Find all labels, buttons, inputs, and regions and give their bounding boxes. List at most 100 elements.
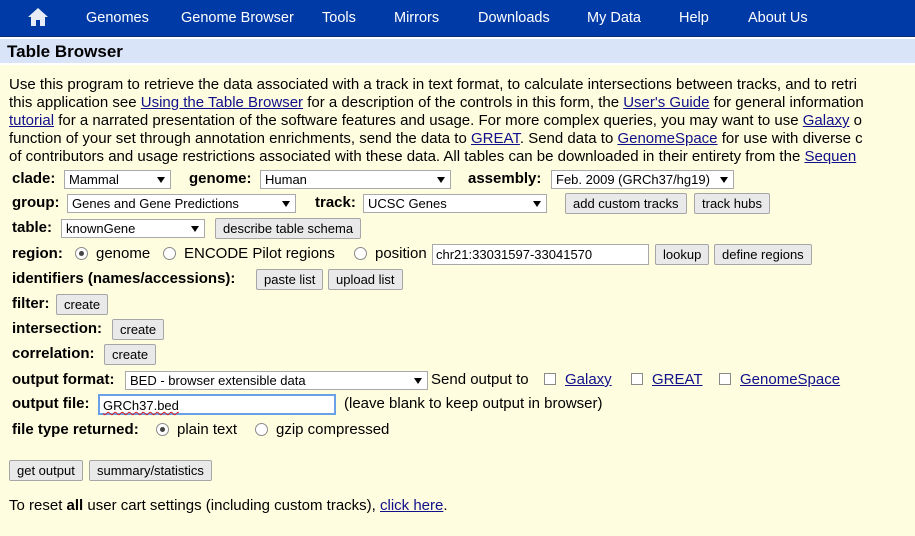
nav-genomes[interactable]: Genomes [86,0,149,37]
output-format-select[interactable]: BED - browser extensible data [125,371,428,390]
genome-label: genome: [189,170,252,187]
position-input[interactable]: chr21:33031597-33041570 [432,244,649,265]
chevron-down-icon [157,177,165,183]
tutorial-link[interactable]: tutorial [9,112,54,129]
output-file-value: GRCh37.bed [103,398,179,413]
upload-list-button[interactable]: upload list [328,269,403,290]
genomespace-checkbox[interactable] [719,373,731,385]
track-hubs-button[interactable]: track hubs [694,193,770,214]
plain-text-radio[interactable] [156,423,169,436]
region-encode-radio[interactable] [163,247,176,260]
intro-text: of contributors and usage restrictions a… [9,148,805,165]
reset-text: . [443,497,448,514]
chevron-down-icon [414,378,422,384]
output-format-label: output format: [12,371,115,388]
region-encode-label: ENCODE Pilot regions [184,245,335,262]
plain-text-label: plain text [177,421,238,438]
galaxy-intro-link[interactable]: Galaxy [803,112,850,129]
sequence-downloads-link[interactable]: Sequen [804,148,856,165]
page-title: Table Browser [7,42,123,61]
intro-text: this application see [9,94,141,111]
lookup-button[interactable]: lookup [655,244,710,265]
filter-create-button[interactable]: create [56,294,109,315]
intro-text: for general information [709,94,864,111]
assembly-label: assembly: [468,170,542,187]
output-file-label: output file: [12,395,90,412]
galaxy-checkbox[interactable] [544,373,556,385]
users-guide-link[interactable]: User's Guide [623,94,709,111]
nav-my-data[interactable]: My Data [587,0,641,37]
group-label: group: [12,194,60,211]
output-file-input[interactable]: GRCh37.bed [98,394,336,415]
correlation-label: correlation: [12,345,95,362]
assembly-value: Feb. 2009 (GRCh37/hg19) [556,172,710,187]
track-select[interactable]: UCSC Genes [363,194,547,213]
describe-table-schema-button[interactable]: describe table schema [215,218,362,239]
intro-text: . Send data to [519,130,618,147]
home-icon[interactable] [27,7,49,27]
add-custom-tracks-button[interactable]: add custom tracks [565,193,687,214]
nav-help[interactable]: Help [679,0,709,37]
gzip-radio[interactable] [255,423,268,436]
chevron-down-icon [533,201,541,207]
intro-text: o [849,112,862,129]
group-select[interactable]: Genes and Gene Predictions [67,194,296,213]
identifiers-label: identifiers (names/accessions): [12,270,236,287]
region-genome-label: genome [96,245,151,262]
assembly-select[interactable]: Feb. 2009 (GRCh37/hg19) [551,170,734,189]
intro-line-3: tutorial for a narrated presentation of … [9,112,915,130]
output-format-value: BED - browser extensible data [130,373,306,388]
top-nav-bar: Genomes Genome Browser Tools Mirrors Dow… [0,0,915,37]
region-position-radio[interactable] [354,247,367,260]
paste-list-button[interactable]: paste list [256,269,324,290]
genomespace-intro-link[interactable]: GenomeSpace [617,130,717,147]
chevron-down-icon [720,177,728,183]
define-regions-button[interactable]: define regions [714,244,812,265]
title-bar: Table Browser [0,37,915,65]
gzip-label: gzip compressed [276,421,390,438]
great-intro-link[interactable]: GREAT [471,130,520,147]
intro-paragraph: Use this program to retrieve the data as… [9,76,915,166]
chevron-down-icon [437,177,445,183]
file-type-label: file type returned: [12,421,139,438]
galaxy-link[interactable]: Galaxy [565,371,612,388]
clade-label: clade: [12,170,56,187]
great-link[interactable]: GREAT [652,371,703,388]
correlation-create-button[interactable]: create [104,344,157,365]
intro-text: for a description of the controls in thi… [303,94,624,111]
using-table-browser-link[interactable]: Using the Table Browser [141,94,303,111]
intro-line-5: of contributors and usage restrictions a… [9,148,915,166]
table-value: knownGene [66,221,136,236]
summary-statistics-button[interactable]: summary/statistics [89,460,212,481]
intro-line-2: this application see Using the Table Bro… [9,94,915,112]
nav-about-us[interactable]: About Us [748,0,808,37]
send-output-to-label: Send output to [431,371,529,388]
group-value: Genes and Gene Predictions [72,196,239,211]
reset-text: user cart settings (including custom tra… [83,497,380,514]
reset-text-bold: all [66,497,84,514]
reset-cart-text: To reset all user cart settings (includi… [9,497,448,514]
reset-click-here-link[interactable]: click here [380,497,443,514]
table-select[interactable]: knownGene [61,219,205,238]
region-genome-radio[interactable] [75,247,88,260]
great-checkbox[interactable] [631,373,643,385]
nav-tools[interactable]: Tools [322,0,356,37]
intro-line-4: function of your set through annotation … [9,130,915,148]
genome-select[interactable]: Human [260,170,451,189]
output-file-hint: (leave blank to keep output in browser) [344,395,603,412]
get-output-button[interactable]: get output [9,460,83,481]
nav-genome-browser[interactable]: Genome Browser [181,0,294,37]
intro-text: for a narrated presentation of the softw… [54,112,803,129]
nav-mirrors[interactable]: Mirrors [394,0,439,37]
clade-value: Mammal [69,172,119,187]
nav-downloads[interactable]: Downloads [478,0,550,37]
genomespace-link[interactable]: GenomeSpace [740,371,840,388]
intersection-create-button[interactable]: create [112,319,165,340]
region-position-label: position [375,245,427,262]
track-label: track: [315,194,356,211]
intersection-label: intersection: [12,320,103,337]
genome-value: Human [265,172,307,187]
clade-select[interactable]: Mammal [64,170,171,189]
reset-text: To reset [9,497,67,514]
intro-text: for use with diverse c [717,130,863,147]
